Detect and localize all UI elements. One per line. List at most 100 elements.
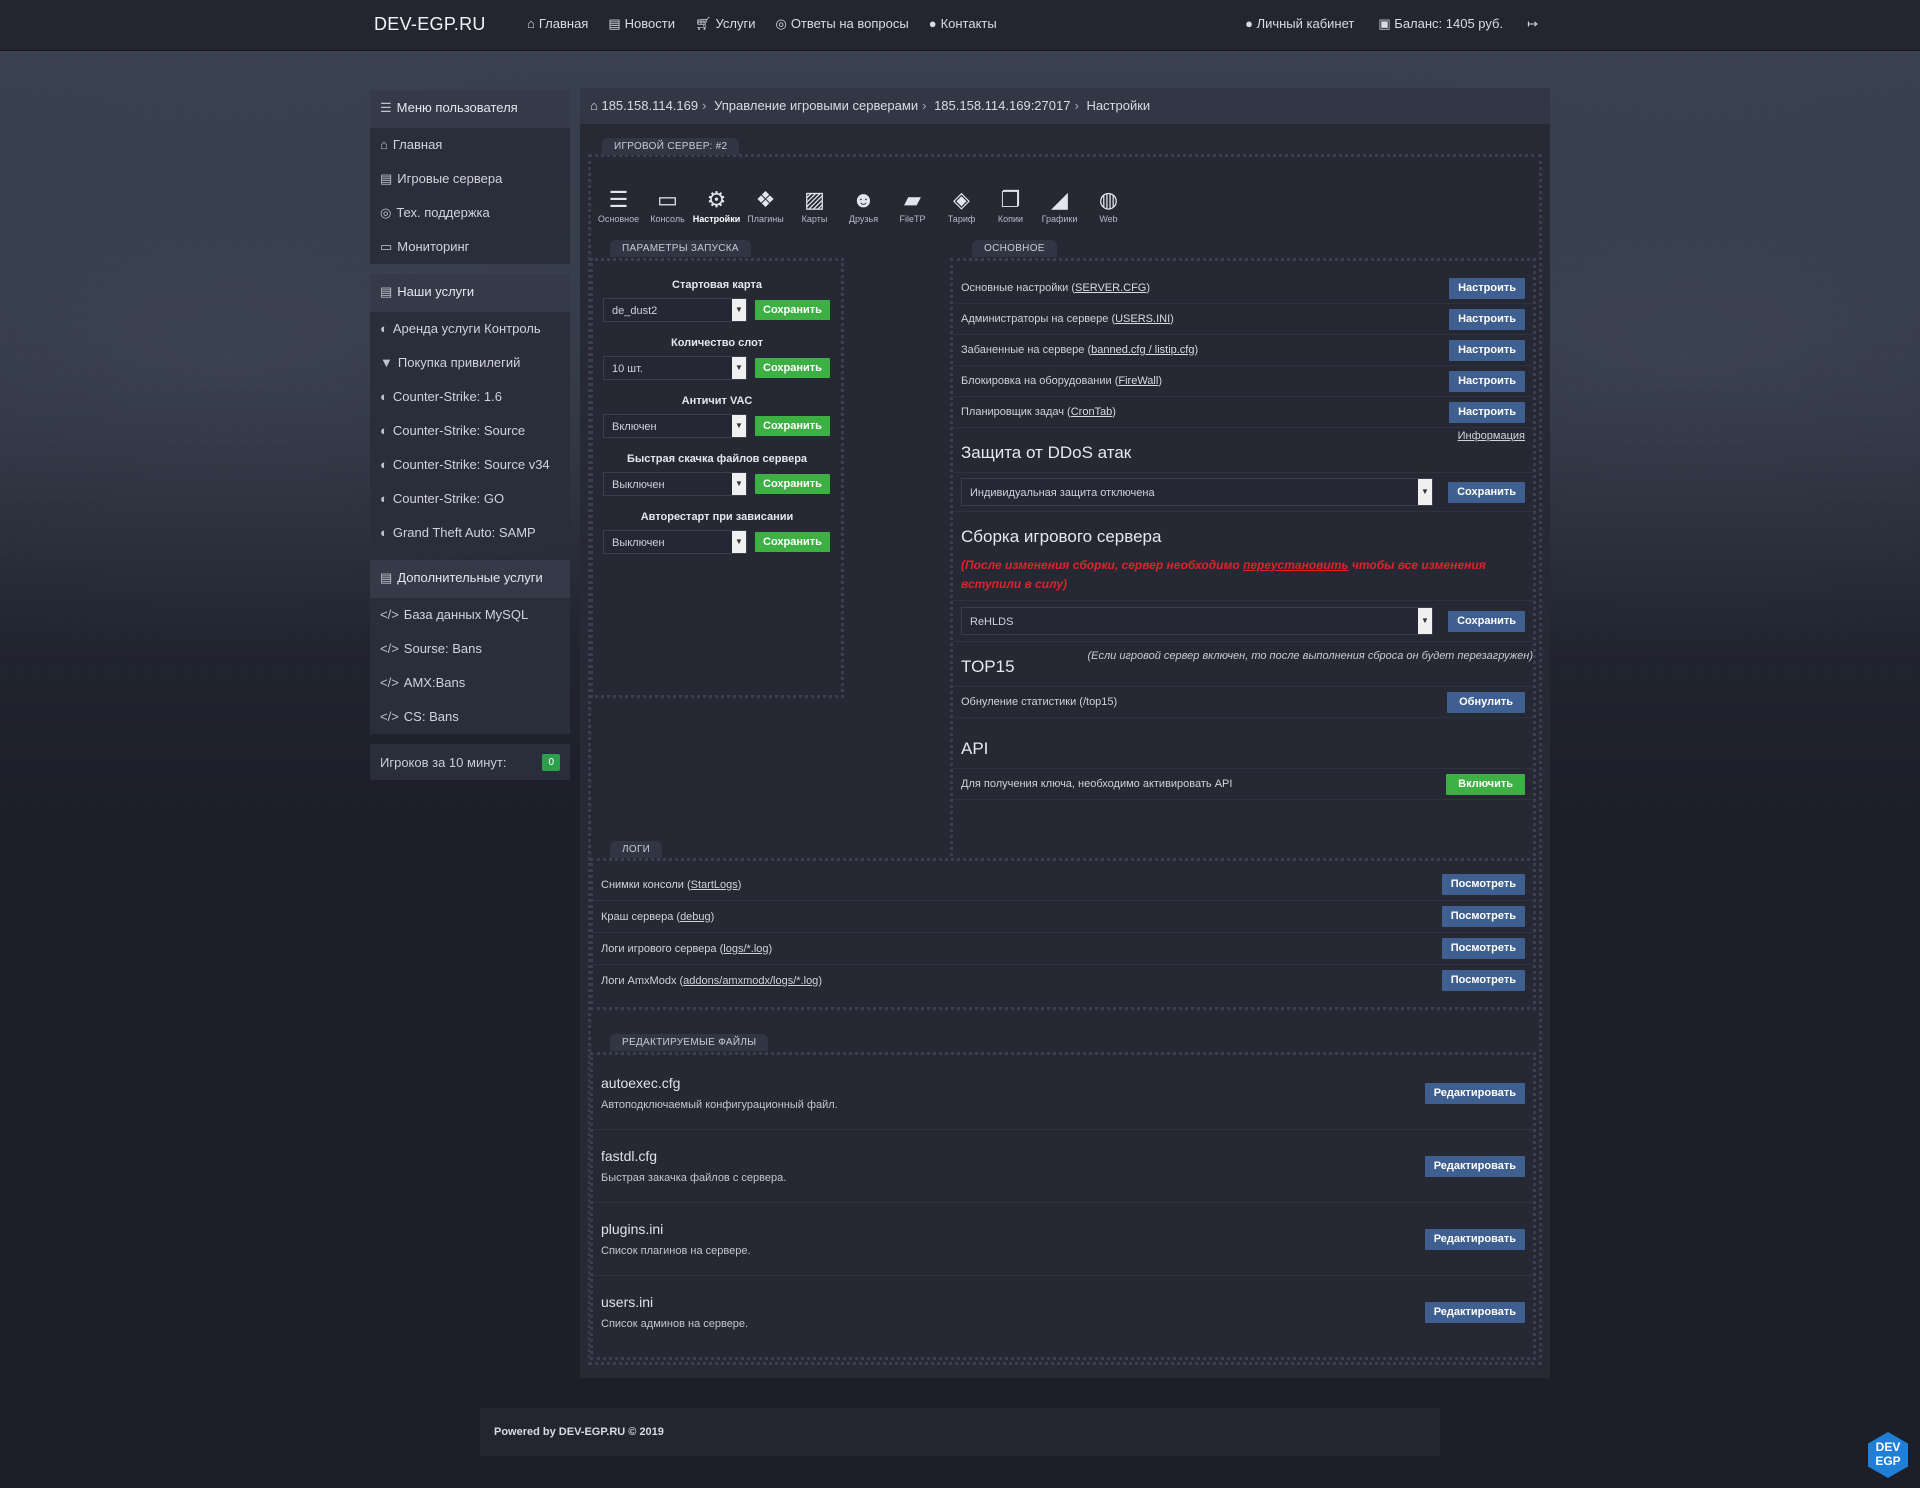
nav-cabinet[interactable]: ● Личный кабинет <box>1245 16 1354 32</box>
view-debug-button[interactable]: Посмотреть <box>1441 906 1525 927</box>
sidebar-item-service[interactable]: ◐ Аренда услуги Контроль <box>370 312 570 346</box>
monitor-icon: ▭ <box>380 239 393 254</box>
users-ini-link[interactable]: USERS.INI <box>1115 313 1170 325</box>
start-map-select[interactable]: de_dust2 ▼ <box>603 298 747 322</box>
save-fastdl-button[interactable]: Сохранить <box>755 474 830 494</box>
sidebar-item-service[interactable]: ◐ Counter-Strike: Source <box>370 414 570 448</box>
chevron-right-icon: › <box>922 98 927 113</box>
nav-faq[interactable]: ◎ Ответы на вопросы <box>775 16 908 32</box>
tab-graphs[interactable]: ◢ Графики <box>1035 186 1084 224</box>
sidebar-item-service[interactable]: ◐ Counter-Strike: GO <box>370 482 570 516</box>
save-slots-button[interactable]: Сохранить <box>755 358 830 378</box>
sidebar-item-support[interactable]: ◎ Тех. поддержка <box>370 196 570 230</box>
log-row: Снимки консоли (StartLogs) Посмотреть <box>593 869 1533 901</box>
build-warning: (После изменения сборки, сервер необходи… <box>961 558 1486 591</box>
tab-console[interactable]: ▭ Консоль <box>643 186 692 224</box>
tab-tariff[interactable]: ◈ Тариф <box>937 186 986 224</box>
sidebar-item-service[interactable]: ◐ Grand Theft Auto: SAMP <box>370 516 570 550</box>
cart-icon: ▼ <box>380 355 393 370</box>
top15-note: (Если игровой сервер включен, то после в… <box>1087 650 1533 662</box>
sidebar-item-service[interactable]: ▼ Покупка привилегий <box>370 346 570 380</box>
view-startlogs-button[interactable]: Посмотреть <box>1441 874 1525 895</box>
tab-friends[interactable]: ☻ Друзья <box>839 186 888 224</box>
sidebar-item-extra[interactable]: </> AMX:Bans <box>370 666 570 700</box>
tab-settings[interactable]: ⚙ Настройки <box>692 186 741 224</box>
info-link[interactable]: Информация <box>1458 430 1525 442</box>
ddos-select[interactable]: Индивидуальная защита отключена ▼ <box>961 478 1433 506</box>
breadcrumb-item[interactable]: 185.158.114.169:27017 <box>934 98 1070 113</box>
nav-services[interactable]: 🛒︎ Услуги <box>695 16 756 32</box>
server-icon: ▤ <box>380 284 393 299</box>
breadcrumb-item[interactable]: 185.158.114.169 <box>601 98 698 113</box>
logout-icon[interactable]: ↦ <box>1527 16 1538 32</box>
breadcrumb-item[interactable]: Управление игровыми серверами <box>714 98 918 113</box>
bars-icon: ☰ <box>380 100 392 115</box>
save-build-button[interactable]: Сохранить <box>1448 610 1525 632</box>
save-autorestart-button[interactable]: Сохранить <box>755 532 830 552</box>
param-autorestart: Выключен ▼ Сохранить <box>593 527 841 557</box>
nav-balance[interactable]: ▣ Баланс: 1405 руб. <box>1378 16 1503 32</box>
edit-autoexec-button[interactable]: Редактировать <box>1424 1082 1525 1104</box>
reinstall-link[interactable]: переустановить <box>1243 558 1349 572</box>
sidebar-item-monitoring[interactable]: ▭ Мониторинг <box>370 230 570 264</box>
banned-link[interactable]: banned.cfg / listip.cfg <box>1091 344 1194 356</box>
files-fieldset: autoexec.cfg Автоподключаемый конфигураци… <box>590 1052 1536 1360</box>
reset-top15-button[interactable]: Обнулить <box>1447 691 1525 713</box>
fastdl-select[interactable]: Выключен ▼ <box>603 472 747 496</box>
save-vac-button[interactable]: Сохранить <box>755 416 830 436</box>
sidebar-item-service[interactable]: ◐ Counter-Strike: Source v34 <box>370 448 570 482</box>
tab-plugins[interactable]: ❖ Плагины <box>741 186 790 224</box>
view-server-logs-button[interactable]: Посмотреть <box>1441 938 1525 959</box>
edit-plugins-button[interactable]: Редактировать <box>1424 1228 1525 1250</box>
view-amxmodx-logs-button[interactable]: Посмотреть <box>1441 970 1525 991</box>
nav-news[interactable]: ▤ Новости <box>608 16 675 32</box>
logs-fieldset: Снимки консоли (StartLogs) Посмотреть Кра… <box>590 858 1536 1010</box>
startlogs-link[interactable]: StartLogs <box>691 879 738 891</box>
configure-crontab-button[interactable]: Настроить <box>1449 401 1525 423</box>
tab-maps[interactable]: ▨ Карты <box>790 186 839 224</box>
configure-server-cfg-button[interactable]: Настроить <box>1449 277 1525 299</box>
chevron-down-icon: ▼ <box>1418 479 1432 505</box>
chevron-down-icon: ▼ <box>732 299 746 321</box>
tab-main[interactable]: ☰ Основное <box>594 186 643 224</box>
gamepad-icon: ◐ <box>380 491 388 506</box>
vac-select[interactable]: Включен ▼ <box>603 414 747 438</box>
nav-contacts[interactable]: ● Контакты <box>929 16 997 32</box>
tab-backups[interactable]: ❐ Копии <box>986 186 1035 224</box>
tab-web[interactable]: ◍ Web <box>1084 186 1133 224</box>
edit-fastdl-button[interactable]: Редактировать <box>1424 1155 1525 1177</box>
sidebar-item-home[interactable]: ⌂ Главная <box>370 128 570 162</box>
save-ddos-button[interactable]: Сохранить <box>1448 481 1525 503</box>
sidebar-item-service[interactable]: ◐ Counter-Strike: 1.6 <box>370 380 570 414</box>
save-start-map-button[interactable]: Сохранить <box>755 300 830 320</box>
services-title: ▤ Наши услуги <box>370 274 570 312</box>
basic-row: Основные настройки (SERVER.CFG) Настроить <box>953 273 1533 304</box>
sidebar-item-extra[interactable]: </> База данных MySQL <box>370 598 570 632</box>
amxmodx-logs-link[interactable]: addons/amxmodx/logs/*.log <box>683 975 818 987</box>
server-cfg-link[interactable]: SERVER.CFG <box>1075 282 1146 294</box>
slots-select[interactable]: 10 шт. ▼ <box>603 356 747 380</box>
autorestart-select[interactable]: Выключен ▼ <box>603 530 747 554</box>
debug-link[interactable]: debug <box>680 911 711 923</box>
server-logs-link[interactable]: logs/*.log <box>723 943 768 955</box>
brand-logo[interactable]: DEV-EGP.RU <box>374 14 486 35</box>
configure-firewall-button[interactable]: Настроить <box>1449 370 1525 392</box>
nav-home[interactable]: ⌂ Главная <box>527 16 588 32</box>
chevron-right-icon: › <box>702 98 707 113</box>
sidebar-item-game-servers[interactable]: ▤ Игровые сервера <box>370 162 570 196</box>
enable-api-button[interactable]: Включить <box>1446 773 1525 795</box>
edit-users-button[interactable]: Редактировать <box>1424 1301 1525 1323</box>
tab-filetp[interactable]: ▰ FileTP <box>888 186 937 224</box>
build-select[interactable]: ReHLDS ▼ <box>961 607 1433 635</box>
param-slots: 10 шт. ▼ Сохранить <box>593 353 841 383</box>
home-icon[interactable]: ⌂ <box>590 98 601 113</box>
configure-users-button[interactable]: Настроить <box>1449 308 1525 330</box>
chevron-down-icon: ▼ <box>732 415 746 437</box>
crontab-link[interactable]: CronTab <box>1071 406 1113 418</box>
extra-menu: ▤ Дополнительные услуги </> База данных My… <box>370 560 570 734</box>
configure-banned-button[interactable]: Настроить <box>1449 339 1525 361</box>
sidebar-item-extra[interactable]: </> CS: Bans <box>370 700 570 734</box>
sidebar-item-extra[interactable]: </> Sourse: Bans <box>370 632 570 666</box>
firewall-link[interactable]: FireWall <box>1118 375 1158 387</box>
param-vac: Включен ▼ Сохранить <box>593 411 841 441</box>
